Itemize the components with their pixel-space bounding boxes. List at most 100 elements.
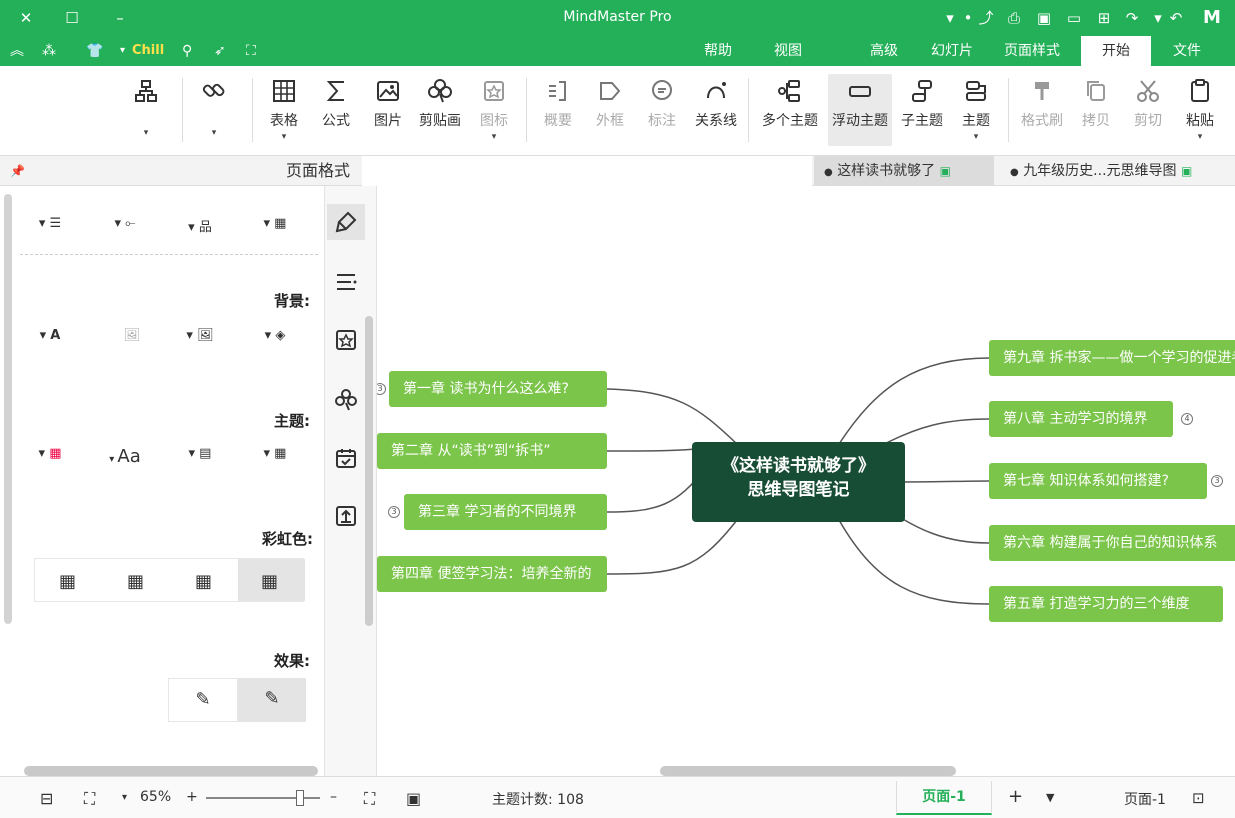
upload-icon[interactable] <box>327 498 365 534</box>
collapse-badge[interactable]: 3 <box>1211 475 1223 487</box>
icon-dropdown-icon[interactable]: ▾ <box>472 132 516 142</box>
theme-grid-icon[interactable]: ▾ ▦ <box>255 446 295 472</box>
summary-button[interactable]: 概要 <box>536 74 580 146</box>
rainbow-option-3[interactable]: ▦ <box>195 571 212 592</box>
shirt-icon[interactable]: 👕 <box>86 41 103 61</box>
layout-button[interactable]: ▾ <box>124 74 168 146</box>
numbering-icon[interactable]: ▾ ☰ <box>30 216 70 242</box>
collapse-ribbon-icon[interactable]: ︽ <box>10 41 24 61</box>
left-topic-3[interactable]: 第三章 学习者的不同境界 <box>404 494 607 530</box>
floating-topic-button[interactable]: 浮动主题 <box>828 74 892 146</box>
page-tab-active[interactable]: 页面-1 <box>896 781 992 815</box>
fullscreen-icon[interactable]: ⛶ <box>364 789 375 809</box>
fit-width-icon[interactable]: ⊟ <box>40 789 53 808</box>
link-dropdown-icon[interactable]: ▾ <box>192 128 236 138</box>
save-icon[interactable]: ▣ <box>1034 8 1054 28</box>
zoom-in-icon[interactable]: + <box>186 789 198 805</box>
central-topic[interactable]: 《这样读书就够了》 思维导图笔记 <box>692 442 905 522</box>
presentation-icon[interactable]: ▣ <box>406 789 421 808</box>
rainbow-option-4[interactable]: ▦ <box>261 571 278 592</box>
tab-view[interactable]: 视图 <box>760 36 816 66</box>
background-image-icon[interactable]: ▾ 🖼 <box>180 328 220 354</box>
doc-tab-other[interactable]: ● 九年级历史...元思维导图 ▣ <box>1000 156 1230 186</box>
fit-page-icon[interactable]: ⛶ <box>84 789 95 809</box>
clipart-button[interactable]: 剪贴画 <box>418 74 462 146</box>
print-icon[interactable]: ⎙ <box>1004 8 1024 28</box>
right-topic-5[interactable]: 第五章 打造学习力的三个维度 <box>989 586 1223 622</box>
relationship-button[interactable]: 关系线 <box>694 74 738 146</box>
zoom-level[interactable]: 65% <box>140 789 171 805</box>
callout-button[interactable]: 标注 <box>640 74 684 146</box>
clipart-library-icon[interactable] <box>327 382 365 418</box>
close-tab-icon[interactable]: ● <box>1010 167 1019 178</box>
doc-tab-current[interactable]: ● 这样读书就够了 ▣ <box>814 156 994 186</box>
redo-icon[interactable]: ↷ <box>1122 8 1142 28</box>
open-icon[interactable]: ▭ <box>1064 8 1084 28</box>
normal-effect-option[interactable]: ✎ <box>238 678 306 722</box>
undo-icon[interactable]: ↶ <box>1166 8 1186 28</box>
right-topic-6[interactable]: 第六章 构建属于你自己的知识体系 <box>989 525 1235 561</box>
copy-button[interactable]: 拷贝 <box>1074 74 1118 146</box>
right-topic-9[interactable]: 第九章 拆书家——做一个学习的促进者 <box>989 340 1235 376</box>
collapse-badge[interactable]: 3 <box>388 506 400 518</box>
more-dropdown-icon[interactable]: ▾ <box>940 8 960 28</box>
layout-dropdown-icon[interactable]: ▾ <box>124 128 168 138</box>
paste-button[interactable]: 粘贴 ▾ <box>1178 74 1222 146</box>
panel-hscrollbar[interactable] <box>24 766 318 776</box>
collapse-badge[interactable]: 4 <box>1181 413 1193 425</box>
theme-name[interactable]: Chill <box>132 41 164 61</box>
share-icon[interactable]: ⚲ <box>182 41 192 61</box>
subtopic-button[interactable]: 子主题 <box>900 74 944 146</box>
tab-help[interactable]: 帮助 <box>690 36 746 66</box>
tab-page-style[interactable]: 页面样式 <box>989 36 1075 66</box>
right-topic-7[interactable]: 第七章 知识体系如何搭建? <box>989 463 1207 499</box>
tab-home[interactable]: 开始 <box>1081 36 1151 66</box>
structure-grid-icon[interactable]: ▾ ▦ <box>255 216 295 242</box>
apps-icon[interactable]: ⁂ <box>42 41 56 61</box>
rainbow-option-1[interactable]: ▦ <box>59 571 76 592</box>
zoom-slider-handle[interactable] <box>296 790 304 806</box>
panel-scrollbar[interactable] <box>4 194 12 624</box>
pin-icon[interactable]: 📌 <box>10 156 25 186</box>
topic-dropdown-icon[interactable]: ▾ <box>954 132 998 142</box>
rainbow-option-2[interactable]: ▦ <box>127 571 144 592</box>
fullscreen-icon[interactable]: ⛶ <box>246 41 256 61</box>
more-icon[interactable]: • <box>958 8 978 28</box>
minimize-icon[interactable]: – <box>110 8 130 28</box>
table-dropdown-icon[interactable]: ▾ <box>262 132 306 142</box>
zoom-out-icon[interactable]: – <box>330 789 337 805</box>
maximize-icon[interactable]: ☐ <box>62 8 82 28</box>
undo-dropdown-icon[interactable]: ▾ <box>1148 8 1168 28</box>
page-list-dropdown-icon[interactable]: ▼ <box>1046 791 1054 804</box>
mindmap-canvas[interactable]: 第一章 读书为什么这么难? 3 第二章 从“读书”到“拆书” 第三章 学习者的不… <box>377 186 1235 766</box>
outline-list-icon[interactable] <box>327 264 365 300</box>
strip-scrollbar[interactable] <box>365 316 373 626</box>
picture-button[interactable]: 图片 <box>366 74 410 146</box>
hand-drawn-effect-option[interactable]: ✎ <box>168 678 238 722</box>
tab-slides[interactable]: 幻灯片 <box>922 36 982 66</box>
icon-library-icon[interactable] <box>327 322 365 358</box>
page-panel-icon[interactable]: ⊡ <box>1192 789 1205 807</box>
tab-file[interactable]: 文件 <box>1164 36 1210 66</box>
table-button[interactable]: 表格 ▾ <box>262 74 306 146</box>
left-topic-1[interactable]: 第一章 读书为什么这么难? <box>389 371 607 407</box>
new-icon[interactable]: ⊞ <box>1094 8 1114 28</box>
fill-color-icon[interactable]: ▾ ◈ <box>255 328 295 354</box>
cut-button[interactable]: 剪切 <box>1126 74 1170 146</box>
theme-dropdown-icon[interactable]: ▾ <box>120 41 125 61</box>
add-page-icon[interactable]: + <box>1008 786 1023 807</box>
close-icon[interactable]: ✕ <box>16 8 36 28</box>
tab-advanced[interactable]: 高级 <box>856 36 912 66</box>
topic-button[interactable]: 主题 ▾ <box>954 74 998 146</box>
canvas-hscrollbar-thumb[interactable] <box>660 766 956 776</box>
zoom-dropdown-icon[interactable]: ▾ <box>122 792 127 803</box>
remove-background-image-icon[interactable]: 🖼 <box>112 328 152 354</box>
left-topic-2[interactable]: 第二章 从“读书”到“拆书” <box>377 433 607 469</box>
right-topic-8[interactable]: 第八章 主动学习的境界 <box>989 401 1173 437</box>
layout-style-icon[interactable]: ▾ 品 <box>180 216 220 242</box>
connector-style-icon[interactable]: ▾ ⟜ <box>105 216 145 242</box>
formula-button[interactable]: 公式 <box>314 74 358 146</box>
format-brush-icon[interactable] <box>327 204 365 240</box>
color-palette-icon[interactable]: ▾ ▦ <box>30 446 70 472</box>
cursor-icon[interactable]: ➶ <box>214 41 226 61</box>
